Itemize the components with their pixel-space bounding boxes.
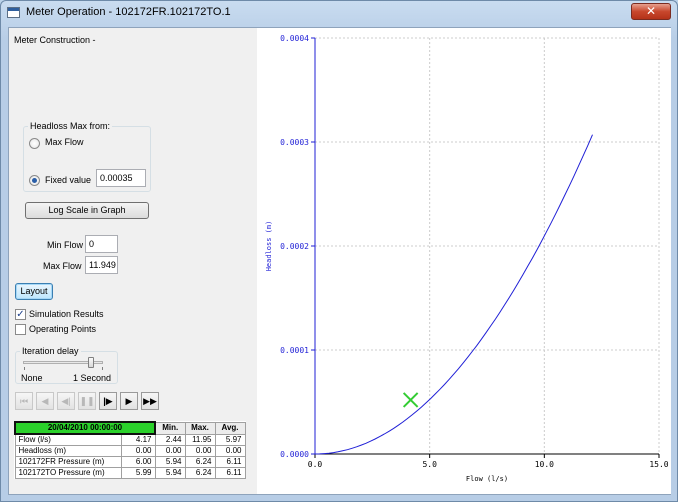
table-row: 102172TO Pressure (m) 5.99 5.94 6.24 6.1…	[14, 467, 246, 479]
y-tick-label: 0.0004	[280, 34, 309, 43]
headloss-group-legend: Headloss Max from:	[28, 121, 113, 131]
row-max: 11.95	[184, 433, 216, 446]
y-tick-label: 0.0003	[280, 138, 309, 147]
operating-points-checkbox[interactable]	[15, 324, 26, 335]
first-button[interactable]: ⏮	[15, 392, 33, 410]
headloss-chart-panel[interactable]: 0.0 5.0 10.0 15.0 0.0000 0.0001 0.0002 0.0003 0.…	[257, 28, 671, 494]
back-button[interactable]: ◀|	[57, 392, 75, 410]
row-value: 5.99	[120, 467, 156, 479]
y-tick-label: 0.0001	[280, 346, 309, 355]
x-axis-label: Flow (l/s)	[466, 475, 508, 483]
iteration-delay-min-label: None	[21, 373, 43, 383]
iteration-delay-legend: Iteration delay	[20, 346, 81, 356]
x-tick-label: 15.0	[649, 460, 668, 469]
title-bar[interactable]: Meter Operation - 102172FR.102172TO.1 ✕	[1, 1, 677, 25]
headloss-chart: 0.0 5.0 10.0 15.0 0.0000 0.0001 0.0002 0.0003 0.…	[265, 34, 669, 483]
meter-construction-label: Meter Construction -	[14, 35, 96, 45]
iteration-delay-thumb[interactable]	[87, 357, 94, 368]
max-flow-label: Max Flow	[43, 261, 82, 271]
fixed-value-input[interactable]: 0.00035	[96, 169, 146, 187]
fixed-value-radio[interactable]	[29, 175, 40, 186]
row-avg: 0.00	[214, 445, 246, 457]
max-flow-input[interactable]: 11.949	[85, 256, 118, 274]
results-table: 20/04/2010 00:00:00 Min. Max. Avg. Flow …	[14, 421, 246, 479]
app-window-icon	[7, 7, 20, 18]
step-forward-button[interactable]: |▶	[99, 392, 117, 410]
row-max: 6.24	[184, 456, 216, 468]
close-button[interactable]: ✕	[631, 3, 671, 20]
current-date-cell: 20/04/2010 00:00:00	[14, 421, 156, 435]
row-value: 4.17	[120, 433, 156, 446]
client-area: Meter Construction - Headloss Max from: …	[8, 27, 671, 495]
min-flow-label: Min Flow	[47, 240, 84, 250]
window-title: Meter Operation - 102172FR.102172TO.1	[26, 6, 231, 18]
simulation-results-checkbox[interactable]: ✓	[15, 309, 26, 320]
y-tick-label: 0.0002	[280, 242, 309, 251]
row-max: 6.24	[184, 467, 216, 479]
play-button[interactable]: ▶	[120, 392, 138, 410]
row-label: 102172TO Pressure (m)	[14, 467, 122, 479]
step-back-button[interactable]: ◀	[36, 392, 54, 410]
row-min: 0.00	[154, 445, 186, 457]
x-tick-label: 10.0	[535, 460, 554, 469]
max-flow-radio[interactable]	[29, 138, 40, 149]
headloss-curve	[314, 134, 593, 455]
log-scale-button[interactable]: Log Scale in Graph	[25, 202, 149, 219]
slider-tick	[24, 367, 25, 370]
fixed-value-radio-label: Fixed value	[45, 175, 92, 185]
row-label: 102172FR Pressure (m)	[14, 456, 122, 468]
fast-forward-button[interactable]: ▶▶	[141, 392, 159, 410]
simulation-results-label: Simulation Results	[29, 309, 104, 319]
operating-points-label: Operating Points	[29, 324, 97, 334]
row-label: Headloss (m)	[14, 445, 122, 457]
meter-operation-window: Meter Operation - 102172FR.102172TO.1 ✕ …	[0, 0, 678, 502]
y-axis-label: Headloss (m)	[265, 221, 273, 272]
row-avg: 5.97	[214, 433, 246, 446]
min-flow-input[interactable]: 0	[85, 235, 118, 253]
table-row: 102172FR Pressure (m) 6.00 5.94 6.24 6.1…	[14, 456, 246, 468]
x-tick-label: 5.0	[422, 460, 437, 469]
row-min: 5.94	[154, 467, 186, 479]
row-min: 5.94	[154, 456, 186, 468]
min-header: Min.	[154, 421, 186, 435]
row-value: 0.00	[120, 445, 156, 457]
pause-button[interactable]: ❚❚	[78, 392, 96, 410]
y-tick-label: 0.0000	[280, 450, 309, 459]
max-header: Max.	[184, 421, 216, 435]
table-row: Headloss (m) 0.00 0.00 0.00 0.00	[14, 445, 246, 457]
results-header-row: 20/04/2010 00:00:00 Min. Max. Avg.	[14, 421, 246, 435]
iteration-delay-max-label: 1 Second	[73, 373, 112, 383]
slider-tick	[102, 367, 103, 370]
avg-header: Avg.	[214, 421, 246, 435]
row-avg: 6.11	[214, 467, 246, 479]
x-tick-label: 0.0	[308, 460, 323, 469]
max-flow-radio-label: Max Flow	[45, 137, 84, 147]
table-row: Flow (l/s) 4.17 2.44 11.95 5.97	[14, 433, 246, 446]
row-label: Flow (l/s)	[14, 433, 122, 446]
row-min: 2.44	[154, 433, 186, 446]
row-value: 6.00	[120, 456, 156, 468]
layout-button[interactable]: Layout	[15, 283, 53, 300]
row-max: 0.00	[184, 445, 216, 457]
row-avg: 6.11	[214, 456, 246, 468]
